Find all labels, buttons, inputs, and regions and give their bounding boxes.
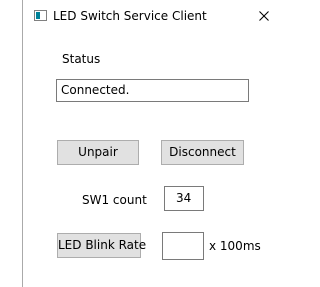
close-button[interactable]: [251, 4, 277, 28]
app-window-icon: [34, 10, 47, 21]
window-title: LED Switch Service Client: [53, 9, 207, 23]
unpair-button[interactable]: Unpair: [57, 140, 139, 165]
app-window-icon-accent: [36, 12, 40, 19]
close-icon: [259, 11, 269, 21]
app-window: LED Switch Service Client Status Connect…: [22, 0, 279, 287]
status-label: Status: [62, 52, 101, 66]
blink-rate-input[interactable]: [162, 232, 204, 260]
sw1-count-value: 34: [164, 186, 204, 211]
led-blink-rate-button[interactable]: LED Blink Rate: [57, 233, 146, 258]
sw1-count-label: SW1 count: [82, 193, 147, 207]
title-bar[interactable]: LED Switch Service Client: [23, 0, 280, 32]
status-textbox[interactable]: Connected.: [56, 79, 249, 102]
disconnect-button[interactable]: Disconnect: [161, 140, 244, 165]
blink-rate-unit-label: x 100ms: [209, 239, 261, 253]
